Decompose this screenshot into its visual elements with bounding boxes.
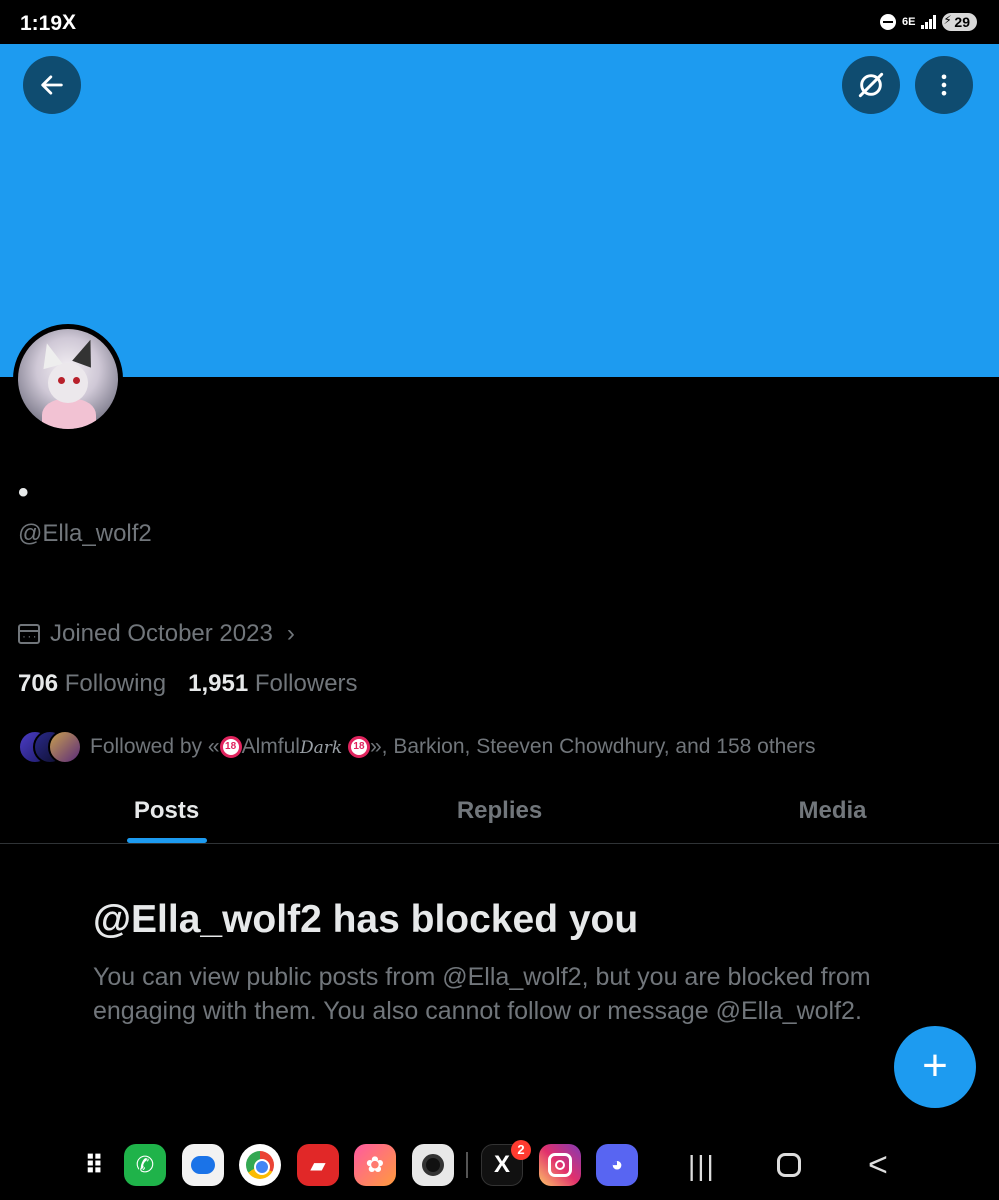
app-drawer-icon[interactable]: ⠿ <box>72 1144 114 1186</box>
joined-date: Joined October 2023 <box>50 620 273 647</box>
incognito-slash-icon <box>858 72 884 98</box>
followers-label: Followers <box>254 670 358 697</box>
joined-date-row[interactable]: Joined October 2023 › <box>18 620 295 648</box>
system-back-button[interactable]: < <box>868 1146 888 1185</box>
profile-tabs: Posts Replies Media <box>0 780 999 844</box>
tab-media[interactable]: Media <box>666 780 999 843</box>
followers-count: 1,951 <box>188 670 249 697</box>
recent-apps-button[interactable]: ||| <box>688 1150 716 1182</box>
tab-posts[interactable]: Posts <box>0 780 333 843</box>
display-name: • <box>18 476 29 509</box>
r18-icon: 18 <box>219 736 242 759</box>
dock-divider <box>466 1152 468 1178</box>
x-notification-icon: X <box>62 11 77 34</box>
calendar-icon <box>18 624 40 644</box>
camera-app-icon[interactable] <box>412 1144 454 1186</box>
discord-app-icon[interactable]: ◕ <box>596 1144 638 1186</box>
arrow-left-icon <box>41 75 63 95</box>
status-icons: 6E 29 <box>879 13 977 31</box>
incognito-button[interactable] <box>842 56 900 114</box>
do-not-disturb-icon <box>879 14 896 30</box>
chevron-right-icon: › <box>286 620 295 647</box>
more-options-button[interactable] <box>915 56 973 114</box>
tab-replies[interactable]: Replies <box>333 780 666 843</box>
followers-link[interactable]: 1,951 Followers <box>188 670 357 698</box>
signal-icon <box>921 15 937 29</box>
followed-by-row[interactable]: Followed by «18 AlmfulDark 18», Barkion, … <box>18 730 816 764</box>
mutual-avatar <box>48 730 82 764</box>
profile-avatar[interactable] <box>13 324 123 434</box>
messages-app-icon[interactable] <box>182 1144 224 1186</box>
blocked-description: You can view public posts from @Ella_wol… <box>93 963 871 1025</box>
instagram-app-icon[interactable] <box>539 1144 581 1186</box>
more-vertical-icon <box>941 74 947 96</box>
home-button[interactable] <box>777 1153 801 1177</box>
followed-by-text: Followed by «18 AlmfulDark 18», Barkion, … <box>90 735 816 759</box>
profile-handle: @Ella_wolf2 <box>18 520 152 547</box>
status-time: 1:19 <box>20 12 63 35</box>
wifi-icon: 6E <box>901 16 916 28</box>
status-bar: 1:19 X 6E 29 <box>0 0 999 44</box>
back-button[interactable] <box>23 56 81 114</box>
follow-stats: 706 Following 1,951 Followers <box>18 670 358 698</box>
phone-app-icon[interactable]: ✆ <box>124 1144 166 1186</box>
gallery-app-icon[interactable]: ✿ <box>354 1144 396 1186</box>
avatar-image <box>18 329 118 429</box>
r18-icon: 18 <box>347 736 370 759</box>
blocked-title: @Ella_wolf2 has blocked you <box>93 898 639 941</box>
chrome-app-icon[interactable] <box>239 1144 281 1186</box>
following-count: 706 <box>18 670 59 697</box>
plus-icon: + <box>922 1041 948 1090</box>
app-dock: ⠿ ✆ ▰ ✿ X 2 ◕ <box>0 1130 999 1200</box>
following-link[interactable]: 706 Following <box>18 670 166 698</box>
x-notification-badge: 2 <box>511 1140 531 1160</box>
battery-indicator: 29 <box>942 13 977 31</box>
flipboard-app-icon[interactable]: ▰ <box>297 1144 339 1186</box>
compose-post-button[interactable]: + <box>894 1026 976 1108</box>
mutual-avatars <box>18 730 82 764</box>
following-label: Following <box>64 670 167 697</box>
